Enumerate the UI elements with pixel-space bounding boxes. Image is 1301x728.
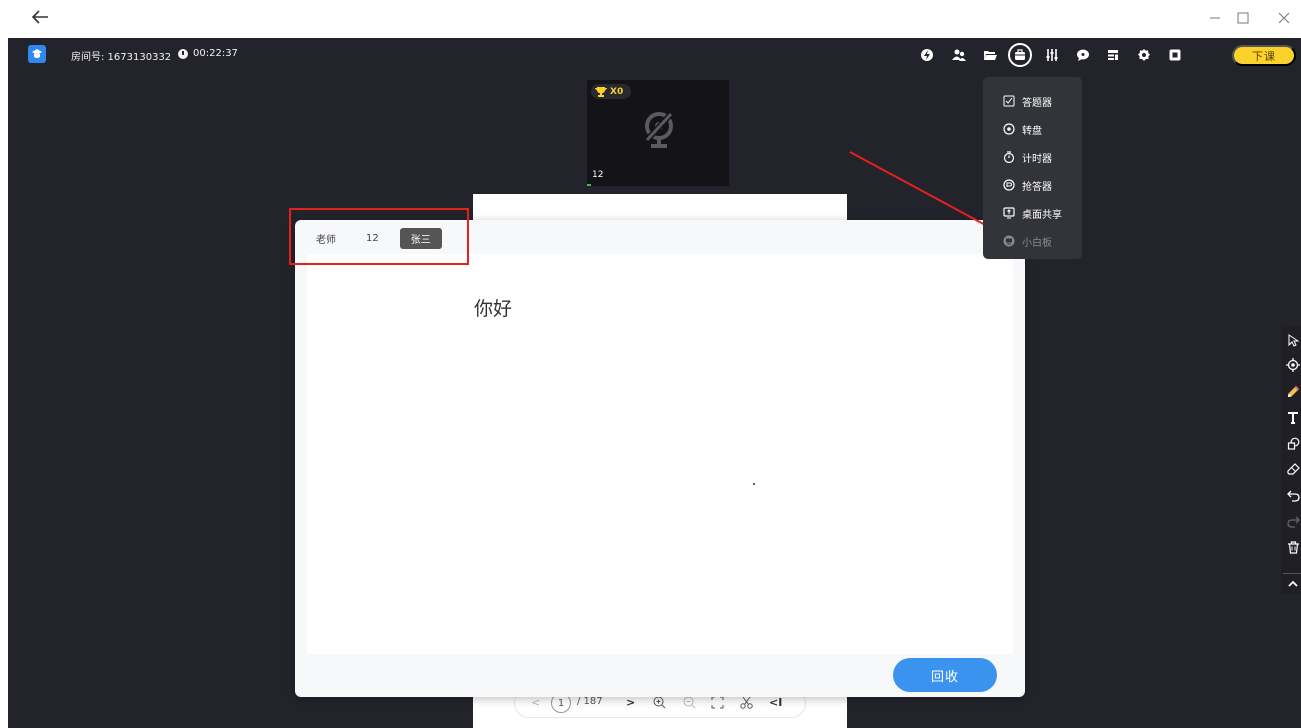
- maximize-icon[interactable]: [1232, 8, 1254, 28]
- buzzer-icon: [1003, 179, 1015, 191]
- classroom-stage: 房间号: 1673130332 00:22:37 下课 X0 12 < 1 / …: [8, 38, 1301, 728]
- recycle-button[interactable]: 回收: [893, 658, 997, 692]
- answer-icon: [1003, 95, 1015, 107]
- fullscreen-icon[interactable]: [711, 696, 724, 712]
- menu-item-timer[interactable]: 计时器: [983, 143, 1082, 171]
- text-tool-icon[interactable]: [1283, 406, 1301, 428]
- room-number: 房间号: 1673130332: [71, 52, 172, 63]
- zoom-in-icon[interactable]: [653, 696, 666, 712]
- drawing-toolbar: [1281, 325, 1301, 594]
- sliders-icon[interactable]: [1041, 44, 1063, 66]
- undo-icon[interactable]: [1283, 484, 1301, 506]
- trophy-icon: [595, 86, 607, 97]
- stopwatch-icon: [1003, 151, 1015, 163]
- collapse-up-icon[interactable]: [1283, 573, 1301, 595]
- whiteboard-canvas[interactable]: 你好: [307, 254, 1013, 654]
- cursor-icon[interactable]: [1283, 329, 1301, 351]
- square-icon[interactable]: [1164, 44, 1186, 66]
- menu-item-wheel[interactable]: 转盘: [983, 115, 1082, 143]
- laser-pointer-icon[interactable]: [1283, 354, 1301, 376]
- menu-item-screen-share[interactable]: 桌面共享: [983, 199, 1082, 227]
- redo-icon[interactable]: [1283, 510, 1301, 532]
- total-pages: / 187: [577, 696, 603, 707]
- canvas-text: 你好: [474, 298, 513, 320]
- trophy-count: X0: [610, 86, 624, 97]
- menu-item-buzzer[interactable]: 抢答器: [983, 171, 1082, 199]
- tools-dropdown-menu: 答题器 转盘 计时器 抢答器 桌面共享 小白板: [983, 77, 1082, 259]
- layout-icon[interactable]: [1102, 44, 1124, 66]
- settings-icon[interactable]: [1133, 44, 1155, 66]
- menu-item-small-whiteboard[interactable]: 小白板: [983, 227, 1082, 255]
- screen-share-icon: [1003, 207, 1015, 219]
- participant-name: 12: [592, 170, 604, 180]
- trophy-badge: X0: [591, 84, 632, 99]
- zoom-out-icon[interactable]: [683, 696, 696, 712]
- close-icon[interactable]: [1273, 8, 1295, 28]
- classroom-topbar: 房间号: 1673130332 00:22:37 下课: [8, 38, 1301, 72]
- annotation-highlight-box: [289, 208, 469, 265]
- scissors-icon[interactable]: [740, 696, 754, 712]
- student-video-tile[interactable]: X0 12: [587, 80, 729, 186]
- pencil-icon[interactable]: [1283, 380, 1301, 402]
- shape-icon[interactable]: [1283, 432, 1301, 454]
- whiteboard-icon: [1003, 235, 1015, 247]
- clock-icon: [178, 48, 188, 59]
- chat-icon[interactable]: [1072, 44, 1094, 66]
- prev-page-icon[interactable]: <: [531, 696, 540, 709]
- users-icon[interactable]: [948, 44, 970, 66]
- class-timer: 00:22:37: [178, 48, 238, 59]
- next-page-icon[interactable]: >: [626, 696, 635, 709]
- elapsed-time: 00:22:37: [193, 48, 238, 59]
- volume-indicator: [587, 184, 591, 186]
- minimize-icon[interactable]: [1204, 8, 1226, 28]
- canvas-dot: [753, 483, 755, 485]
- collapse-pager-icon[interactable]: <I: [769, 696, 782, 709]
- folder-icon[interactable]: [979, 44, 1001, 66]
- menu-item-answer-device[interactable]: 答题器: [983, 87, 1082, 115]
- app-logo-icon: [28, 45, 46, 63]
- window-titlebar: [0, 0, 1301, 38]
- back-arrow-icon[interactable]: [28, 6, 52, 28]
- wheel-icon: [1003, 123, 1015, 135]
- trash-icon[interactable]: [1283, 536, 1301, 558]
- eraser-icon[interactable]: [1283, 458, 1301, 480]
- end-class-button[interactable]: 下课: [1232, 45, 1296, 66]
- camera-off-icon: [644, 111, 674, 148]
- toolbox-icon[interactable]: [1008, 43, 1032, 67]
- small-whiteboard-panel: 老师 12 张三 你好 回收: [295, 220, 1025, 697]
- lightning-icon[interactable]: [916, 44, 938, 66]
